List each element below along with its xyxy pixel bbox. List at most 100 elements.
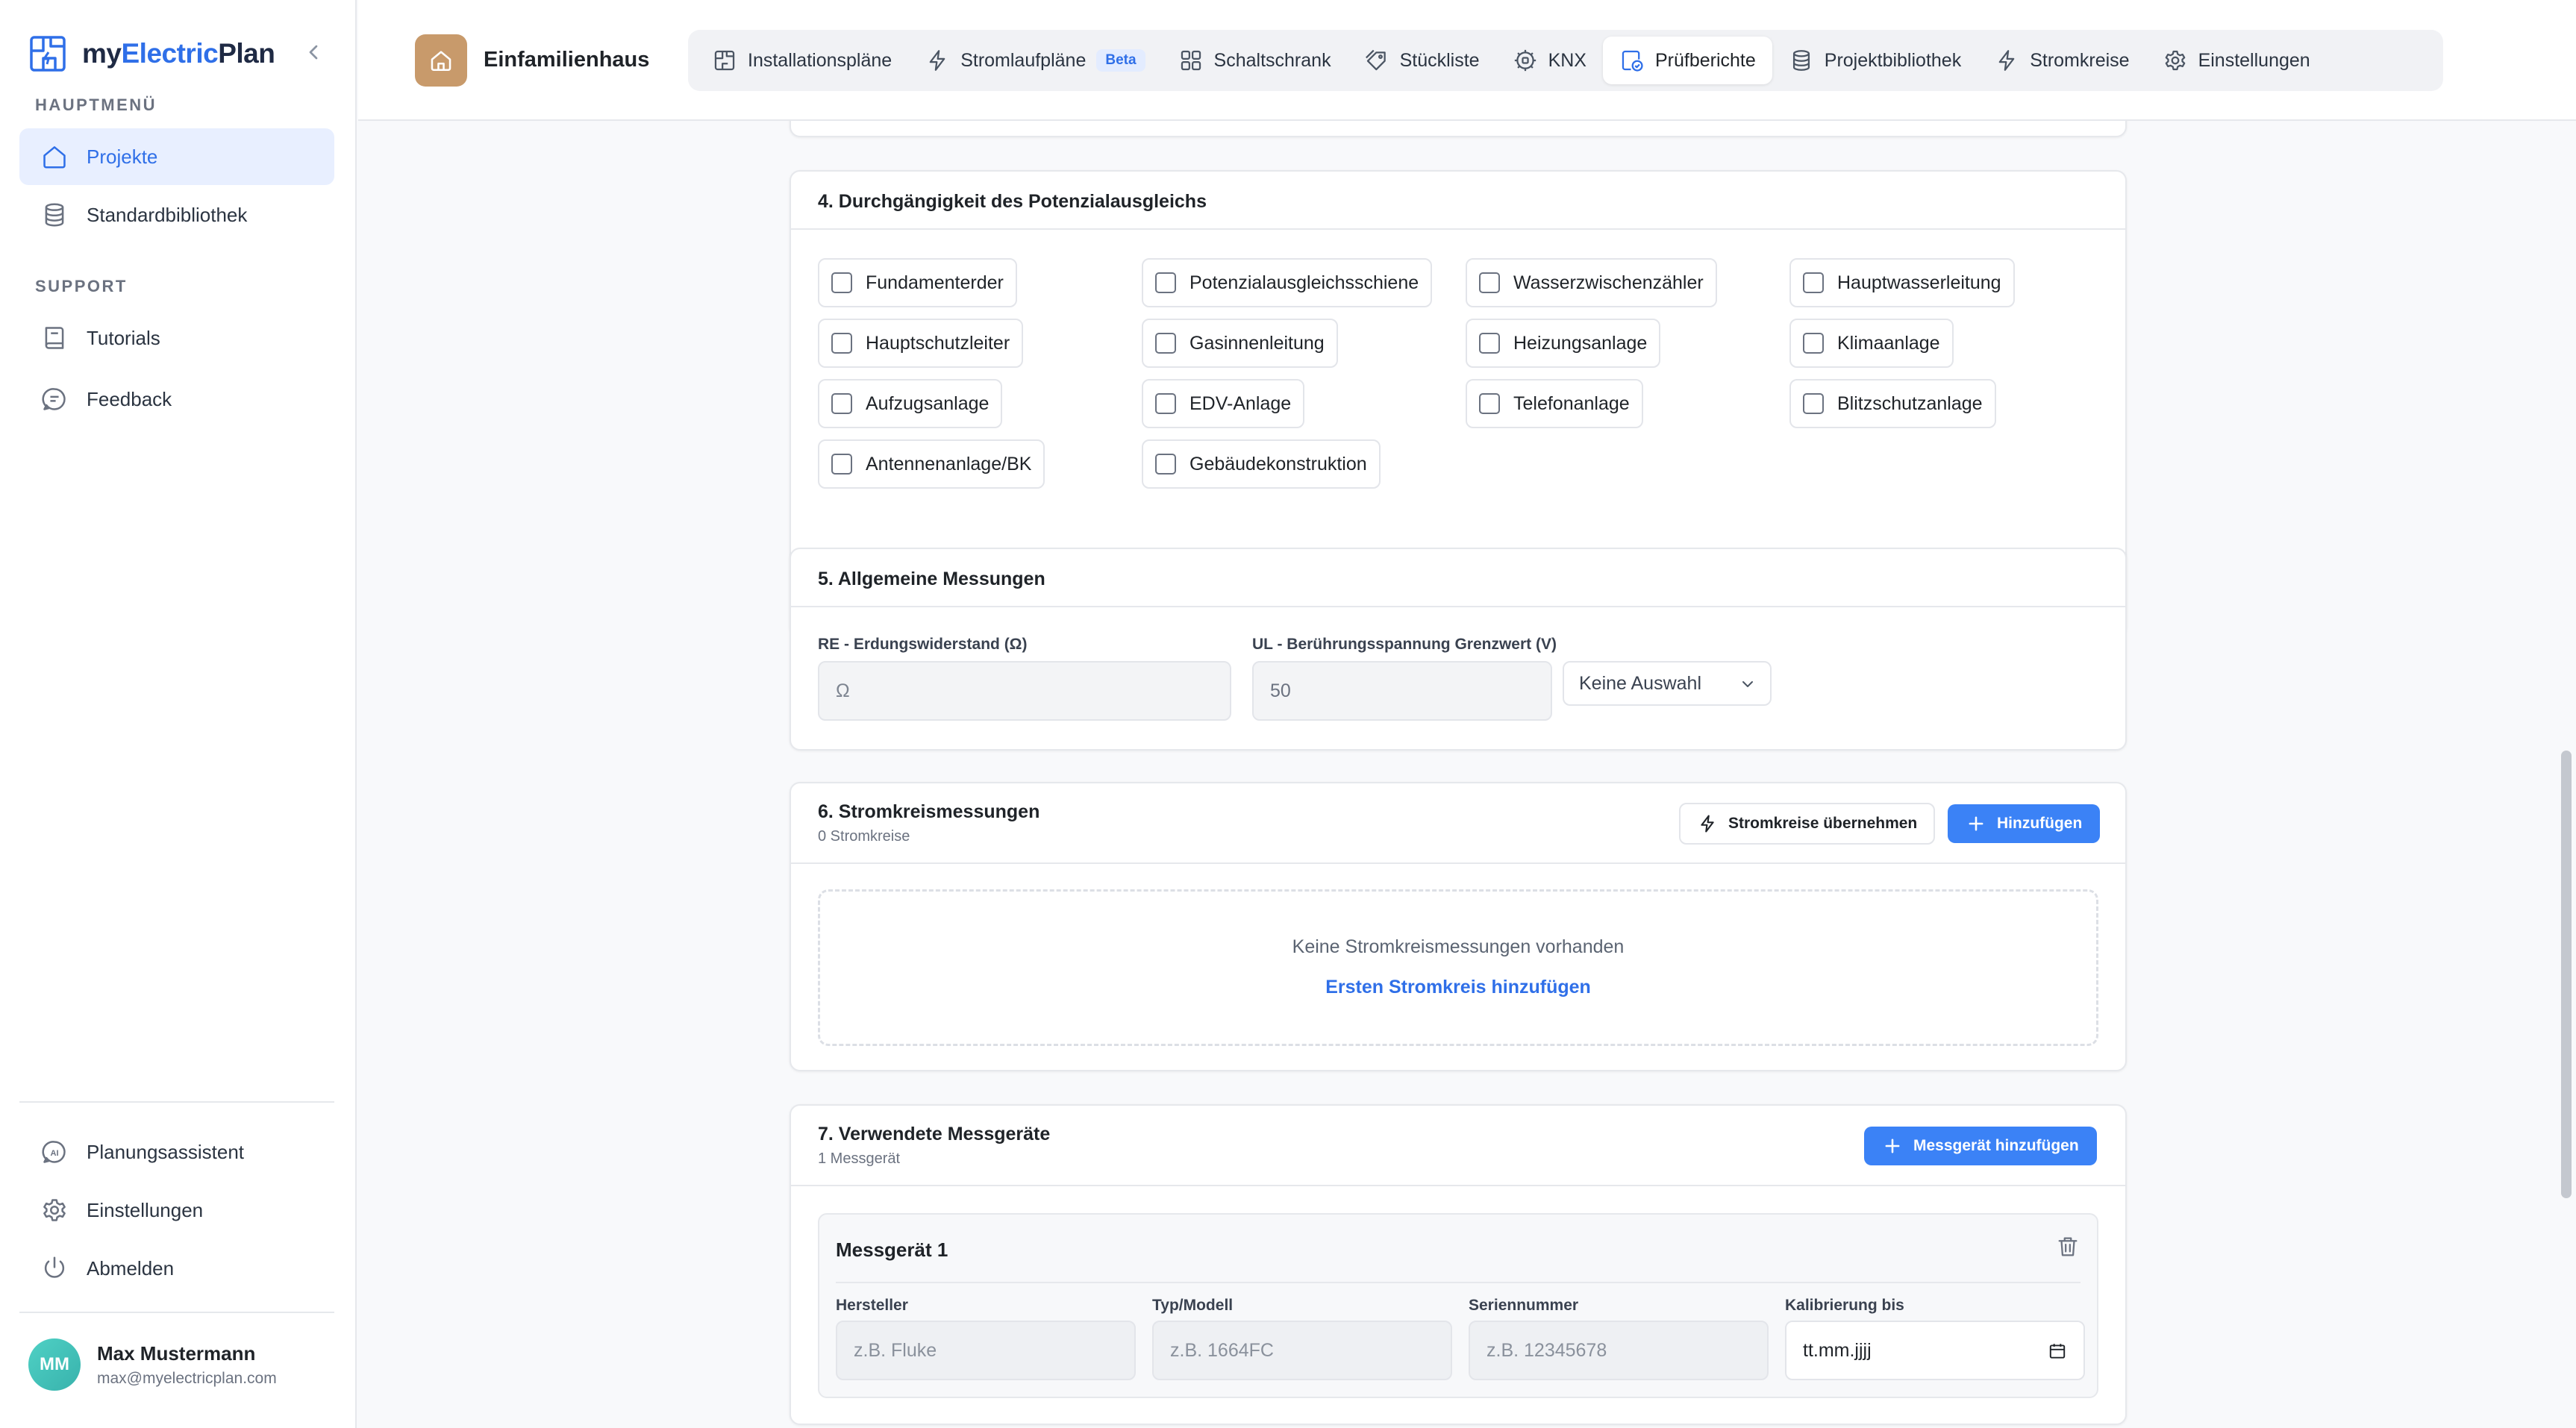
checkbox-label: Telefonanlage <box>1513 392 1630 414</box>
trash-icon[interactable] <box>2055 1234 2081 1259</box>
tab-einstellungen[interactable]: Einstellungen <box>2146 37 2327 84</box>
gear-icon <box>2163 48 2188 73</box>
sidebar-item-tutorials[interactable]: Tutorials <box>19 310 334 366</box>
chevron-down-icon <box>1739 675 1757 693</box>
project-badge[interactable] <box>415 34 467 87</box>
checkbox-box[interactable] <box>1479 333 1500 354</box>
section-title: 4. Durchgängigkeit des Potenzialausgleic… <box>818 191 1207 212</box>
add-messgeraet-button[interactable]: Messgerät hinzufügen <box>1864 1127 2097 1165</box>
stromkreise-uebernehmen-button[interactable]: Stromkreise übernehmen <box>1679 803 1936 845</box>
project-tabs: Installationspläne Stromlaufpläne Beta S… <box>688 30 2443 91</box>
section-subtitle: 1 Messgerät <box>818 1150 901 1167</box>
seriennummer-input[interactable] <box>1469 1321 1769 1380</box>
checkbox-box[interactable] <box>1479 393 1500 414</box>
checkbox-box[interactable] <box>831 454 852 475</box>
checkbox-antennenanlage[interactable]: Antennenanlage/BK <box>818 439 1045 489</box>
checkbox-label: Antennenanlage/BK <box>866 453 1032 475</box>
tab-projektbibliothek[interactable]: Projektbibliothek <box>1772 37 1978 84</box>
checkbox-box[interactable] <box>1479 272 1500 293</box>
checkbox-box[interactable] <box>1155 393 1176 414</box>
checkbox-label: Blitzschutzanlage <box>1837 392 1983 414</box>
tab-stueckliste[interactable]: Stückliste <box>1348 37 1496 84</box>
sidebar-item-label: Feedback <box>87 387 172 410</box>
checkbox-hauptschutzleiter[interactable]: Hauptschutzleiter <box>818 319 1024 368</box>
tab-knx[interactable]: KNX <box>1496 37 1603 84</box>
add-first-stromkreis-link[interactable]: Ersten Stromkreis hinzufügen <box>820 977 2096 998</box>
tab-pruefberichte[interactable]: Prüfberichte <box>1602 37 1772 84</box>
add-stromkreis-button[interactable]: Hinzufügen <box>1948 804 2101 843</box>
grid-icon <box>1178 48 1204 73</box>
user-profile[interactable]: MM Max Mustermann max@myelectricplan.com <box>28 1338 277 1391</box>
checkbox-fundamenterder[interactable]: Fundamenterder <box>818 258 1017 307</box>
checkbox-gasinnenleitung[interactable]: Gasinnenleitung <box>1142 319 1338 368</box>
gear-icon <box>40 1196 69 1224</box>
checkbox-box[interactable] <box>1803 333 1824 354</box>
sidebar-item-label: Abmelden <box>87 1256 175 1280</box>
ai-assistant-icon: AI <box>40 1138 69 1166</box>
tab-stromlaufplaene[interactable]: Stromlaufpläne Beta <box>908 37 1161 84</box>
tag-icon <box>1364 48 1389 73</box>
checkbox-box[interactable] <box>831 393 852 414</box>
plus-icon <box>1969 816 1983 831</box>
tab-label: Projektbibliothek <box>1824 49 1962 71</box>
message-icon <box>40 385 69 413</box>
checkbox-wasserzwischenzaehler[interactable]: Wasserzwischenzähler <box>1466 258 1717 307</box>
report-check-icon <box>1619 48 1645 73</box>
checkbox-potenzialausgleichsschiene[interactable]: Potenzialausgleichsschiene <box>1142 258 1433 307</box>
select-value: Keine Auswahl <box>1579 672 1702 694</box>
checkbox-edv-anlage[interactable]: EDV-Anlage <box>1142 379 1305 428</box>
calendar-icon[interactable] <box>2048 1341 2067 1361</box>
checkbox-blitzschutzanlage[interactable]: Blitzschutzanlage <box>1789 379 1996 428</box>
checkbox-hauptwasserleitung[interactable]: Hauptwasserleitung <box>1789 258 2015 307</box>
brand[interactable]: myElectricPlan <box>28 33 275 75</box>
checkbox-aufzugsanlage[interactable]: Aufzugsanlage <box>818 379 1003 428</box>
checkbox-box[interactable] <box>1155 333 1176 354</box>
sidebar-item-feedback[interactable]: Feedback <box>19 371 334 428</box>
database-icon <box>1789 48 1814 73</box>
checkbox-box[interactable] <box>831 272 852 293</box>
checkbox-klimaanlage[interactable]: Klimaanlage <box>1789 319 1954 368</box>
tab-label: Einstellungen <box>2198 49 2310 71</box>
sidebar-item-planungsassistent[interactable]: AI Planungsassistent <box>19 1124 334 1180</box>
checkbox-box[interactable] <box>1803 393 1824 414</box>
checkbox-heizungsanlage[interactable]: Heizungsanlage <box>1466 319 1661 368</box>
scrollbar-thumb[interactable] <box>2561 751 2572 1198</box>
section-title: 5. Allgemeine Messungen <box>818 569 1045 589</box>
tab-stromkreise[interactable]: Stromkreise <box>1978 37 2145 84</box>
bolt-icon <box>925 48 950 73</box>
button-label: Stromkreise übernehmen <box>1728 815 1918 832</box>
sidebar-item-label: Standardbibliothek <box>87 203 248 226</box>
kalibrierung-date-input[interactable]: tt.mm.jjjj <box>1785 1321 2085 1380</box>
messgeraet-title: Messgerät 1 <box>836 1238 948 1261</box>
checkbox-label: Heizungsanlage <box>1513 332 1648 354</box>
checkbox-gebaeudekonstruktion[interactable]: Gebäudekonstruktion <box>1142 439 1381 489</box>
sidebar-divider <box>19 1312 334 1313</box>
typ-modell-input[interactable] <box>1152 1321 1452 1380</box>
sidebar-item-einstellungen[interactable]: Einstellungen <box>19 1182 334 1238</box>
sidebar-divider <box>19 1101 334 1103</box>
checkbox-label: Klimaanlage <box>1837 332 1940 354</box>
tab-schaltschrank[interactable]: Schaltschrank <box>1162 37 1348 84</box>
ul-input[interactable] <box>1252 661 1552 721</box>
checkbox-box[interactable] <box>831 333 852 354</box>
topbar: Einfamilienhaus Installationspläne Strom… <box>358 0 2576 121</box>
sidebar-item-projekte[interactable]: Projekte <box>19 128 334 185</box>
floorplan-logo-icon <box>28 34 67 73</box>
checkbox-telefonanlage[interactable]: Telefonanlage <box>1466 379 1643 428</box>
tab-label: Stromlaufpläne <box>960 49 1087 71</box>
section-allgemeine-messungen: 5. Allgemeine Messungen RE - Erdungswide… <box>790 548 2127 751</box>
button-label: Hinzufügen <box>1997 815 2083 832</box>
sidebar-item-abmelden[interactable]: Abmelden <box>19 1240 334 1297</box>
collapse-sidebar-icon[interactable] <box>301 40 325 64</box>
checkbox-box[interactable] <box>1155 272 1176 293</box>
sidebar-item-standardbibliothek[interactable]: Standardbibliothek <box>19 187 334 243</box>
user-name: Max Mustermann <box>97 1341 256 1365</box>
re-input[interactable] <box>818 661 1231 721</box>
avatar: MM <box>28 1338 81 1391</box>
checkbox-box[interactable] <box>1155 454 1176 475</box>
checkbox-box[interactable] <box>1803 272 1824 293</box>
hersteller-input[interactable] <box>836 1321 1136 1380</box>
tab-installationsplaene[interactable]: Installationspläne <box>695 37 908 84</box>
project-name: Einfamilienhaus <box>484 48 650 72</box>
ul-unit-select[interactable]: Keine Auswahl <box>1563 661 1772 706</box>
